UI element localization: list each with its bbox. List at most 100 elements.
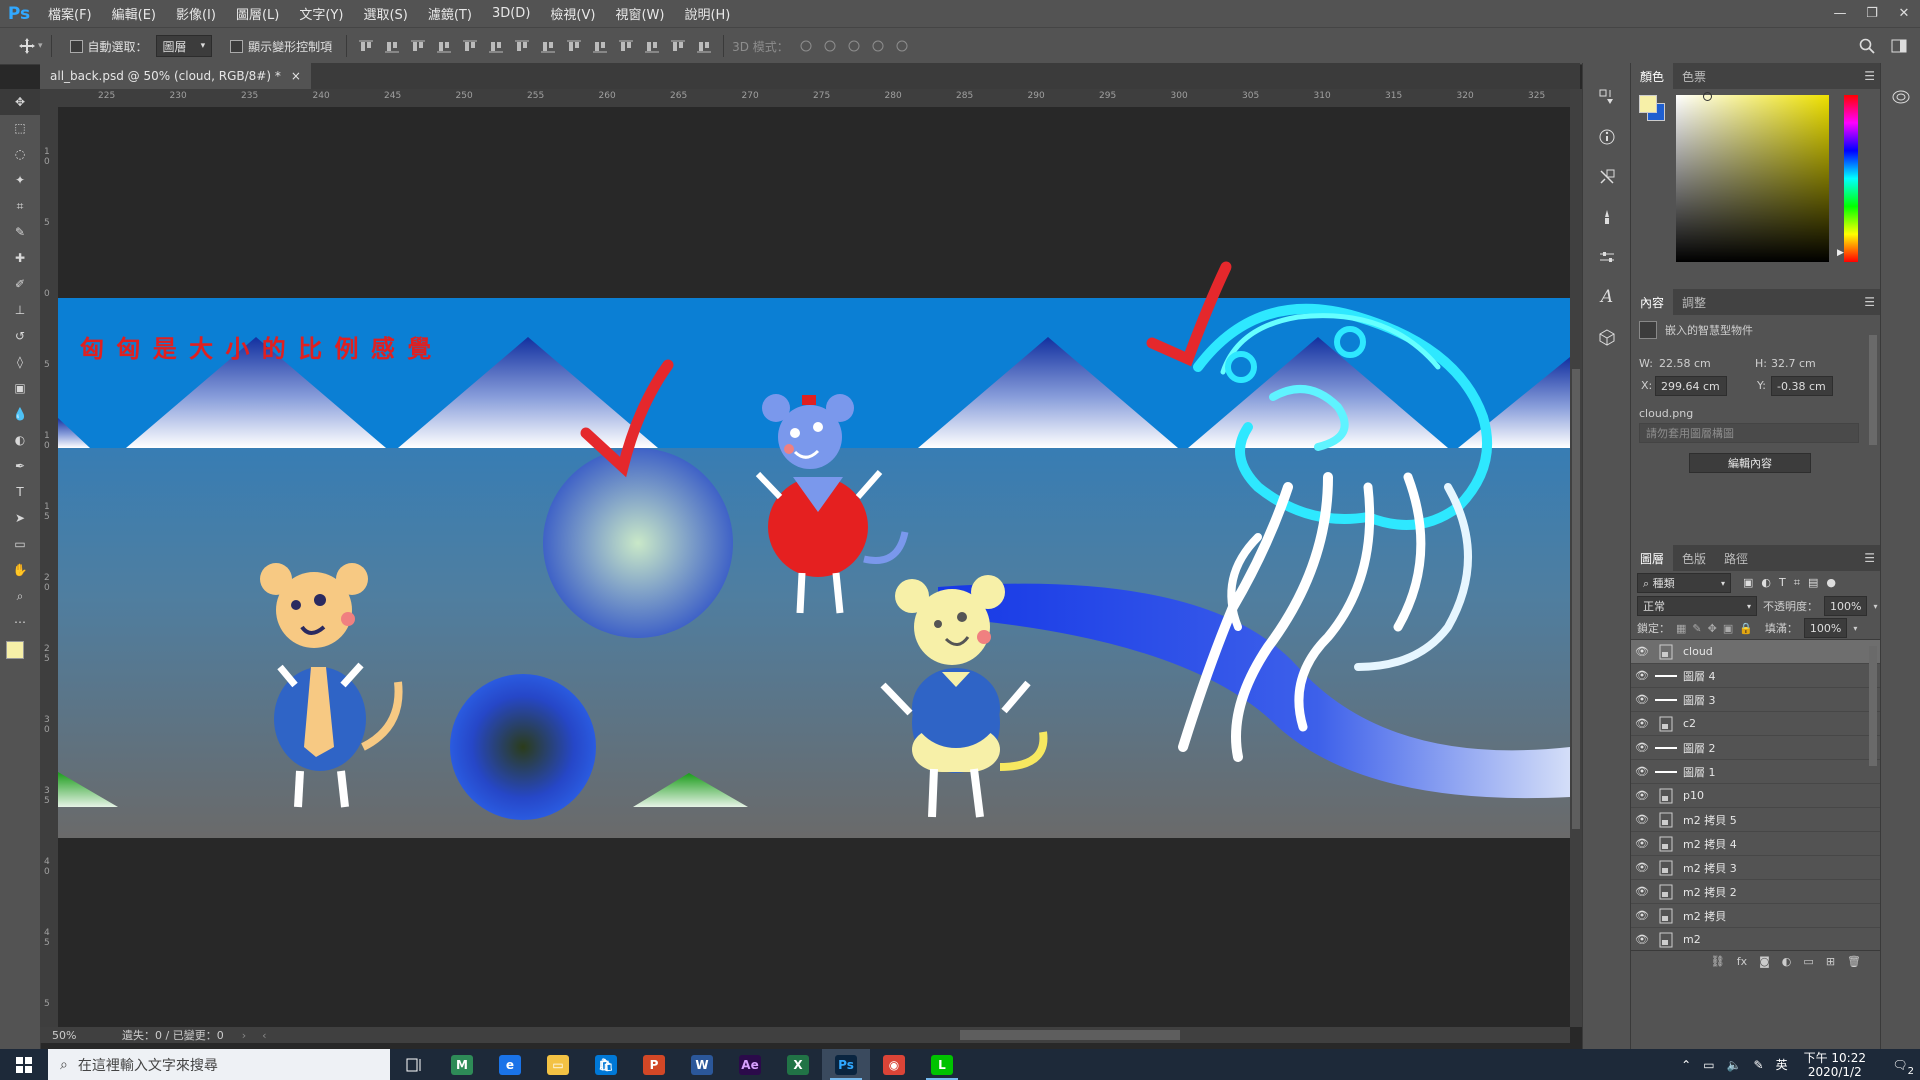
y-field[interactable]: -0.38 cm [1771,376,1833,396]
layer-row[interactable]: 👁 m2 拷貝 [1631,904,1881,928]
layer-row[interactable]: 👁 圖層 1 [1631,760,1881,784]
align-icon[interactable] [355,35,377,57]
character-icon[interactable]: A [1583,277,1631,317]
history-icon[interactable] [1583,77,1631,117]
layer-row[interactable]: 👁 m2 [1631,928,1881,950]
height-value[interactable]: 32.7 cm [1771,357,1816,370]
hue-slider[interactable] [1844,95,1858,262]
fill-field[interactable]: 100% [1803,618,1848,638]
notification-center-button[interactable]: 🗨 2 [1880,1049,1920,1080]
layer-row[interactable]: 👁 c2 [1631,712,1881,736]
adjustments-icon[interactable] [1583,157,1631,197]
menu-item[interactable]: 選取(S) [353,0,417,27]
3d-mode-icon[interactable] [891,35,913,57]
add-mask-icon[interactable]: ◙ [1759,955,1770,968]
taskbar-app-icon[interactable]: Ae [726,1049,774,1080]
task-view-button[interactable] [390,1049,438,1080]
visibility-eye-icon[interactable]: 👁 [1631,645,1653,658]
adjustment-layer-icon[interactable]: ◐ [1782,955,1792,968]
menu-item[interactable]: 視窗(W) [605,0,674,27]
properties-sliders-icon[interactable] [1583,237,1631,277]
workspace-icon[interactable] [1888,35,1910,57]
start-button[interactable] [0,1049,48,1080]
minimize-button[interactable]: — [1824,0,1856,27]
align-icon[interactable] [693,35,715,57]
search-icon[interactable] [1856,35,1878,57]
align-icon[interactable] [667,35,689,57]
color-swatches[interactable] [6,641,36,675]
tab-paths[interactable]: 路徑 [1715,545,1757,571]
tab-color[interactable]: 顏色 [1631,63,1674,89]
color-foreground-swatch[interactable] [1639,95,1657,113]
menu-item[interactable]: 3D(D) [482,0,540,27]
properties-scrollbar[interactable] [1869,335,1877,445]
gradient-tool-icon[interactable]: ▣ [0,375,40,401]
marquee-tool-icon[interactable]: ⬚ [0,115,40,141]
align-icon[interactable] [641,35,663,57]
auto-select-dropdown[interactable]: 圖層 ▾ [155,35,213,57]
3d-mode-icon[interactable] [867,35,889,57]
close-tab-icon[interactable]: × [291,69,301,83]
kind-filter-dropdown[interactable]: ⌕ 種類 ▾ [1637,573,1731,593]
align-icon[interactable] [459,35,481,57]
eyedropper-tool-icon[interactable]: ✎ [0,219,40,245]
smart-filter-icon[interactable]: ▤ [1808,576,1818,590]
visibility-eye-icon[interactable]: 👁 [1631,837,1653,850]
align-icon[interactable] [407,35,429,57]
align-icon[interactable] [563,35,585,57]
restore-button[interactable]: ❐ [1856,0,1888,27]
layer-row[interactable]: 👁 m2 拷貝 5 [1631,808,1881,832]
layers-menu-icon[interactable]: ☰ [1864,551,1875,565]
type-tool-icon[interactable]: T [0,479,40,505]
layer-row[interactable]: 👁 m2 拷貝 2 [1631,880,1881,904]
brush-settings-icon[interactable] [1583,197,1631,237]
volume-icon[interactable]: 🔈 [1727,1058,1742,1072]
move-tool-preset-icon[interactable] [16,35,38,57]
visibility-eye-icon[interactable]: 👁 [1631,717,1653,730]
eraser-tool-icon[interactable]: ◊ [0,349,40,375]
visibility-eye-icon[interactable]: 👁 [1631,741,1653,754]
taskbar-app-icon[interactable]: ◉ [870,1049,918,1080]
visibility-eye-icon[interactable]: 👁 [1631,885,1653,898]
auto-select-checkbox[interactable] [69,39,83,53]
new-layer-icon[interactable]: ⊞ [1826,955,1835,968]
link-layers-icon[interactable]: ⛓ [1711,955,1725,968]
layer-row[interactable]: 👁 圖層 3 [1631,688,1881,712]
taskbar-search[interactable]: ⌕ 在這裡輸入文字來搜尋 [48,1049,390,1080]
clock[interactable]: 下午 10:22 2020/1/2 [1804,1051,1866,1079]
tab-layers[interactable]: 圖層 [1631,545,1674,571]
layers-scrollbar[interactable] [1869,646,1877,766]
clone-stamp-tool-icon[interactable]: ⊥ [0,297,40,323]
align-icon[interactable] [511,35,533,57]
tab-channels[interactable]: 色版 [1673,545,1715,571]
menu-item[interactable]: 檢視(V) [540,0,605,27]
color-picker-field[interactable] [1676,92,1829,262]
crop-tool-icon[interactable]: ⌗ [0,193,40,219]
hand-tool-icon[interactable]: ✋ [0,557,40,583]
menu-item[interactable]: 說明(H) [674,0,740,27]
vertical-scroll-thumb[interactable] [1572,369,1580,829]
canvas-area[interactable]: 匈 匈 是 大 小 的 比 例 感 覺 [58,107,1570,1027]
path-selection-tool-icon[interactable]: ➤ [0,505,40,531]
blend-mode-dropdown[interactable]: 正常 ▾ [1637,596,1757,616]
delete-layer-icon[interactable]: 🗑 [1847,955,1861,968]
info-icon[interactable] [1583,117,1631,157]
layer-row[interactable]: 👁 m2 拷貝 3 [1631,856,1881,880]
layer-style-icon[interactable]: fx [1737,955,1747,968]
visibility-eye-icon[interactable]: 👁 [1631,789,1653,802]
visibility-eye-icon[interactable]: 👁 [1631,861,1653,874]
align-icon[interactable] [537,35,559,57]
document-tab[interactable]: all_back.psd @ 50% (cloud, RGB/8#) * × [40,63,311,89]
width-value[interactable]: 22.58 cm [1659,357,1711,370]
horizontal-scroll-thumb[interactable] [960,1030,1180,1040]
layer-row[interactable]: 👁 p10 [1631,784,1881,808]
healing-brush-tool-icon[interactable]: ✚ [0,245,40,271]
menu-item[interactable]: 圖層(L) [226,0,289,27]
align-icon[interactable] [485,35,507,57]
visibility-eye-icon[interactable]: 👁 [1631,813,1653,826]
transform-controls-checkbox[interactable] [230,39,244,53]
filter-toggle-icon[interactable]: ● [1826,576,1836,590]
dodge-tool-icon[interactable]: ◐ [0,427,40,453]
vertical-scrollbar[interactable] [1570,89,1582,1027]
taskbar-app-icon[interactable]: X [774,1049,822,1080]
